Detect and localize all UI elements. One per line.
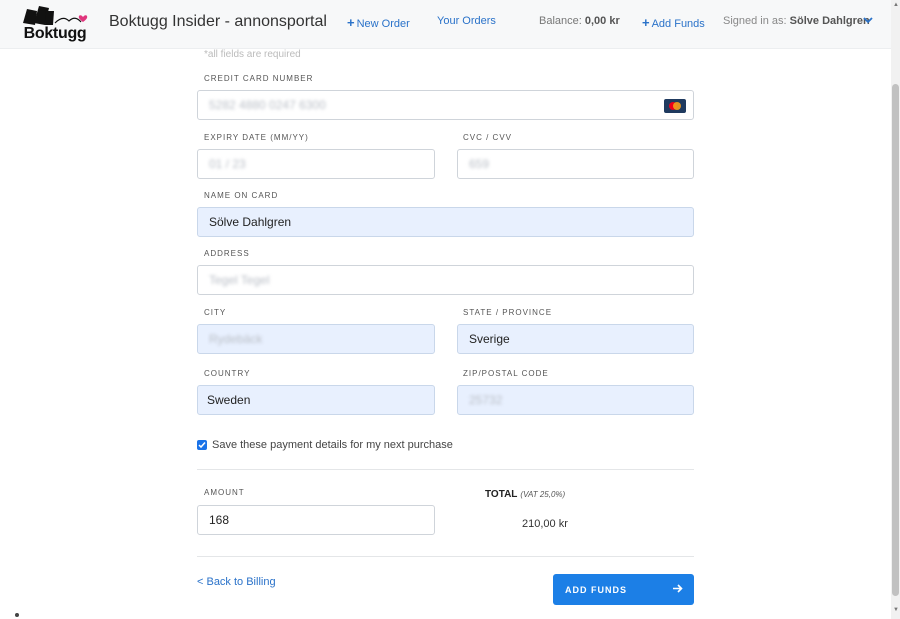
user-menu[interactable]: Signed in as: Sölve Dahlgren	[723, 15, 870, 27]
city-input[interactable]: Rydebäck	[197, 324, 435, 354]
name-on-card-input[interactable]: Sölve Dahlgren	[197, 207, 694, 237]
card-number-value: 5282 4880 0247 6300	[209, 98, 326, 112]
boktugg-logo[interactable]: Boktugg	[19, 3, 91, 45]
expiry-input[interactable]: 01 / 23	[197, 149, 435, 179]
your-orders-link[interactable]: Your Orders	[437, 15, 496, 27]
app-title: Boktugg Insider - annonsportal	[109, 13, 327, 30]
mastercard-icon	[664, 99, 686, 113]
new-order-label: New Order	[356, 18, 410, 30]
cvc-input[interactable]: 659	[457, 149, 694, 179]
signed-in-label: Signed in as:	[723, 15, 787, 27]
amount-label: AMOUNT	[204, 488, 245, 497]
total-text: TOTAL	[485, 489, 518, 500]
arrow-right-icon	[673, 584, 683, 593]
balance-value: 0,00 kr	[584, 15, 620, 27]
state-label: STATE / PROVINCE	[463, 308, 553, 317]
state-input[interactable]: Sverige	[457, 324, 694, 354]
checkmark-icon	[198, 442, 206, 449]
books-logo-icon	[23, 6, 88, 25]
address-label: ADDRESS	[204, 249, 250, 258]
zip-input[interactable]: 25732	[457, 385, 694, 415]
corner-dot	[15, 613, 19, 617]
zip-value: 25732	[469, 393, 503, 407]
city-value: Rydebäck	[209, 332, 263, 346]
card-number-label: CREDIT CARD NUMBER	[204, 74, 314, 83]
save-details-checkbox[interactable]	[197, 440, 207, 450]
save-details-label[interactable]: Save these payment details for my next p…	[212, 439, 453, 451]
cvc-value: 659	[469, 157, 490, 171]
total-label: TOTAL (VAT 25,0%)	[485, 489, 565, 500]
scroll-thumb[interactable]	[892, 84, 899, 596]
divider	[197, 556, 694, 557]
required-hint: *all fields are required	[204, 49, 301, 60]
scroll-down-arrow-icon[interactable]: ▼	[893, 607, 899, 613]
zip-label: ZIP/POSTAL CODE	[463, 369, 549, 378]
add-funds-label: Add Funds	[651, 18, 705, 30]
total-vat: (VAT 25,0%)	[520, 490, 566, 499]
chevron-down-icon[interactable]	[863, 16, 873, 24]
card-number-input[interactable]: 5282 4880 0247 6300	[197, 90, 694, 120]
total-value: 210,00 kr	[522, 518, 568, 530]
address-input[interactable]: Tegel Tegel	[197, 265, 694, 295]
scroll-up-arrow-icon[interactable]: ▲	[893, 2, 899, 8]
page-scrollbar[interactable]: ▲ ▼	[891, 0, 900, 619]
cvc-label: CVC / CVV	[463, 133, 513, 142]
expiry-label: EXPIRY DATE (MM/YY)	[204, 133, 309, 142]
amount-input[interactable]: 168	[197, 505, 435, 535]
plus-icon: +	[347, 15, 355, 30]
logo-text: Boktugg	[23, 25, 87, 42]
back-to-billing-link[interactable]: < Back to Billing	[197, 576, 276, 588]
top-navbar: Boktugg Boktugg Insider - annonsportal +…	[0, 0, 891, 49]
country-label: COUNTRY	[204, 369, 251, 378]
city-label: CITY	[204, 308, 227, 317]
balance-display: Balance: 0,00 kr	[539, 15, 620, 27]
name-on-card-label: NAME ON CARD	[204, 191, 279, 200]
add-funds-button-label: ADD FUNDS	[565, 584, 627, 595]
country-select[interactable]: Sweden	[197, 385, 435, 415]
add-funds-button[interactable]: ADD FUNDS	[553, 574, 694, 605]
expiry-value: 01 / 23	[209, 157, 246, 171]
plus-icon: +	[642, 15, 650, 30]
new-order-link[interactable]: + New Order	[347, 15, 410, 30]
add-funds-link[interactable]: + Add Funds	[642, 15, 705, 30]
address-value: Tegel Tegel	[209, 273, 270, 287]
signed-in-user: Sölve Dahlgren	[789, 15, 870, 27]
divider	[197, 469, 694, 470]
balance-label: Balance:	[539, 15, 582, 27]
